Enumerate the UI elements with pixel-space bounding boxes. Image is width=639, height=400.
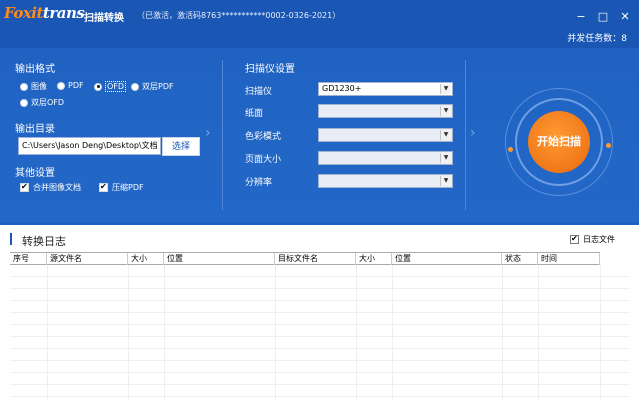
log-file-checkbox[interactable]: 日志文件 [570, 234, 615, 245]
section-marker [10, 233, 12, 245]
radio-icon [20, 82, 28, 91]
output-format-title: 输出格式 [15, 64, 55, 75]
title-bar: Foxittrans 扫描转换 （已激活，激活码8763***********0… [0, 0, 639, 48]
radio-icon [57, 81, 65, 90]
column-divider [356, 265, 357, 400]
format-option-image[interactable]: 图像 [20, 81, 47, 92]
column-header-source-name[interactable]: 源文件名 [47, 253, 128, 265]
page-size-label: 页面大小 [245, 155, 282, 165]
column-divider [164, 265, 165, 400]
column-header-target-location[interactable]: 位置 [392, 253, 502, 265]
paper-side-label: 纸面 [245, 109, 264, 119]
radio-selected-icon [94, 82, 102, 91]
column-header-index[interactable]: 序号 [10, 253, 47, 265]
close-button[interactable]: ✕ [618, 10, 632, 24]
format-option-ofd[interactable]: OFD [94, 81, 127, 92]
column-divider [275, 265, 276, 400]
format-option-pdf[interactable]: PDF [57, 81, 84, 90]
chevron-right-icon: › [205, 125, 211, 141]
app-title: 扫描转换 [84, 13, 124, 24]
minimize-button[interactable]: − [574, 10, 588, 24]
foxit-logo: Foxittrans [4, 4, 85, 22]
start-scan-button[interactable]: 开始扫描 [528, 111, 590, 173]
column-divider [538, 265, 539, 400]
output-dir-title: 输出目录 [15, 124, 55, 135]
scanner-settings-title: 扫描仪设置 [245, 64, 295, 75]
format-option-dual-pdf[interactable]: 双层PDF [131, 81, 174, 92]
divider [465, 60, 466, 210]
scanner-label: 扫描仪 [245, 87, 273, 97]
format-option-dual-ofd[interactable]: 双层OFD [20, 97, 64, 108]
other-settings-title: 其他设置 [15, 168, 55, 179]
divider [222, 60, 223, 210]
dropdown-arrow-icon: ▼ [440, 176, 451, 186]
activation-info: （已激活，激活码8763***********0002-0326-2021） [137, 11, 341, 20]
start-scan-area: 开始扫描 [505, 88, 613, 196]
checkbox-icon [570, 234, 579, 244]
column-divider [47, 265, 48, 400]
maximize-icon: □ [597, 10, 609, 23]
page-size-select[interactable]: ▼ [318, 151, 453, 165]
maximize-button[interactable]: □ [596, 10, 610, 24]
checkbox-icon [20, 182, 29, 192]
concurrent-task-count: 并发任务数：8 [567, 34, 627, 44]
column-header-source-location[interactable]: 位置 [164, 253, 275, 265]
column-header-status[interactable]: 状态 [502, 253, 538, 265]
decorative-dot [606, 143, 611, 148]
minimize-icon: − [576, 10, 586, 23]
column-divider [600, 265, 601, 400]
resolution-label: 分辨率 [245, 178, 273, 188]
merge-images-checkbox[interactable]: 合并图像文档 [20, 182, 81, 193]
log-title: 转换日志 [22, 235, 66, 248]
compress-pdf-checkbox[interactable]: 压缩PDF [99, 182, 144, 193]
color-mode-select[interactable]: ▼ [318, 128, 453, 142]
radio-icon [131, 82, 139, 91]
scanner-select[interactable]: GD1230+ ▼ [318, 82, 453, 96]
dropdown-arrow-icon: ▼ [440, 130, 451, 140]
resolution-select[interactable]: ▼ [318, 174, 453, 188]
chevron-right-icon: › [470, 125, 476, 141]
column-header-time[interactable]: 时间 [538, 253, 600, 265]
column-header-target-size[interactable]: 大小 [356, 253, 392, 265]
log-table-body[interactable] [10, 265, 630, 400]
dropdown-arrow-icon: ▼ [440, 153, 451, 163]
dropdown-arrow-icon: ▼ [440, 84, 451, 94]
column-header-source-size[interactable]: 大小 [128, 253, 164, 265]
checkbox-icon [99, 182, 108, 192]
log-panel: 转换日志 日志文件 序号 源文件名 大小 位置 目标文件名 大小 位置 状态 时… [0, 225, 639, 400]
browse-button[interactable]: 选择 [162, 137, 200, 156]
output-path-field[interactable]: C:\Users\Jason Deng\Desktop\文档 [18, 137, 161, 155]
column-divider [128, 265, 129, 400]
paper-side-select[interactable]: ▼ [318, 104, 453, 118]
column-divider [392, 265, 393, 400]
color-mode-label: 色彩模式 [245, 132, 282, 142]
log-header: 转换日志 日志文件 [0, 225, 639, 251]
close-icon: ✕ [620, 10, 630, 23]
decorative-dot [508, 147, 513, 152]
column-divider [502, 265, 503, 400]
dropdown-arrow-icon: ▼ [440, 106, 451, 116]
log-table-header: 序号 源文件名 大小 位置 目标文件名 大小 位置 状态 时间 [10, 252, 600, 265]
radio-icon [20, 98, 28, 107]
column-header-target-name[interactable]: 目标文件名 [275, 253, 356, 265]
